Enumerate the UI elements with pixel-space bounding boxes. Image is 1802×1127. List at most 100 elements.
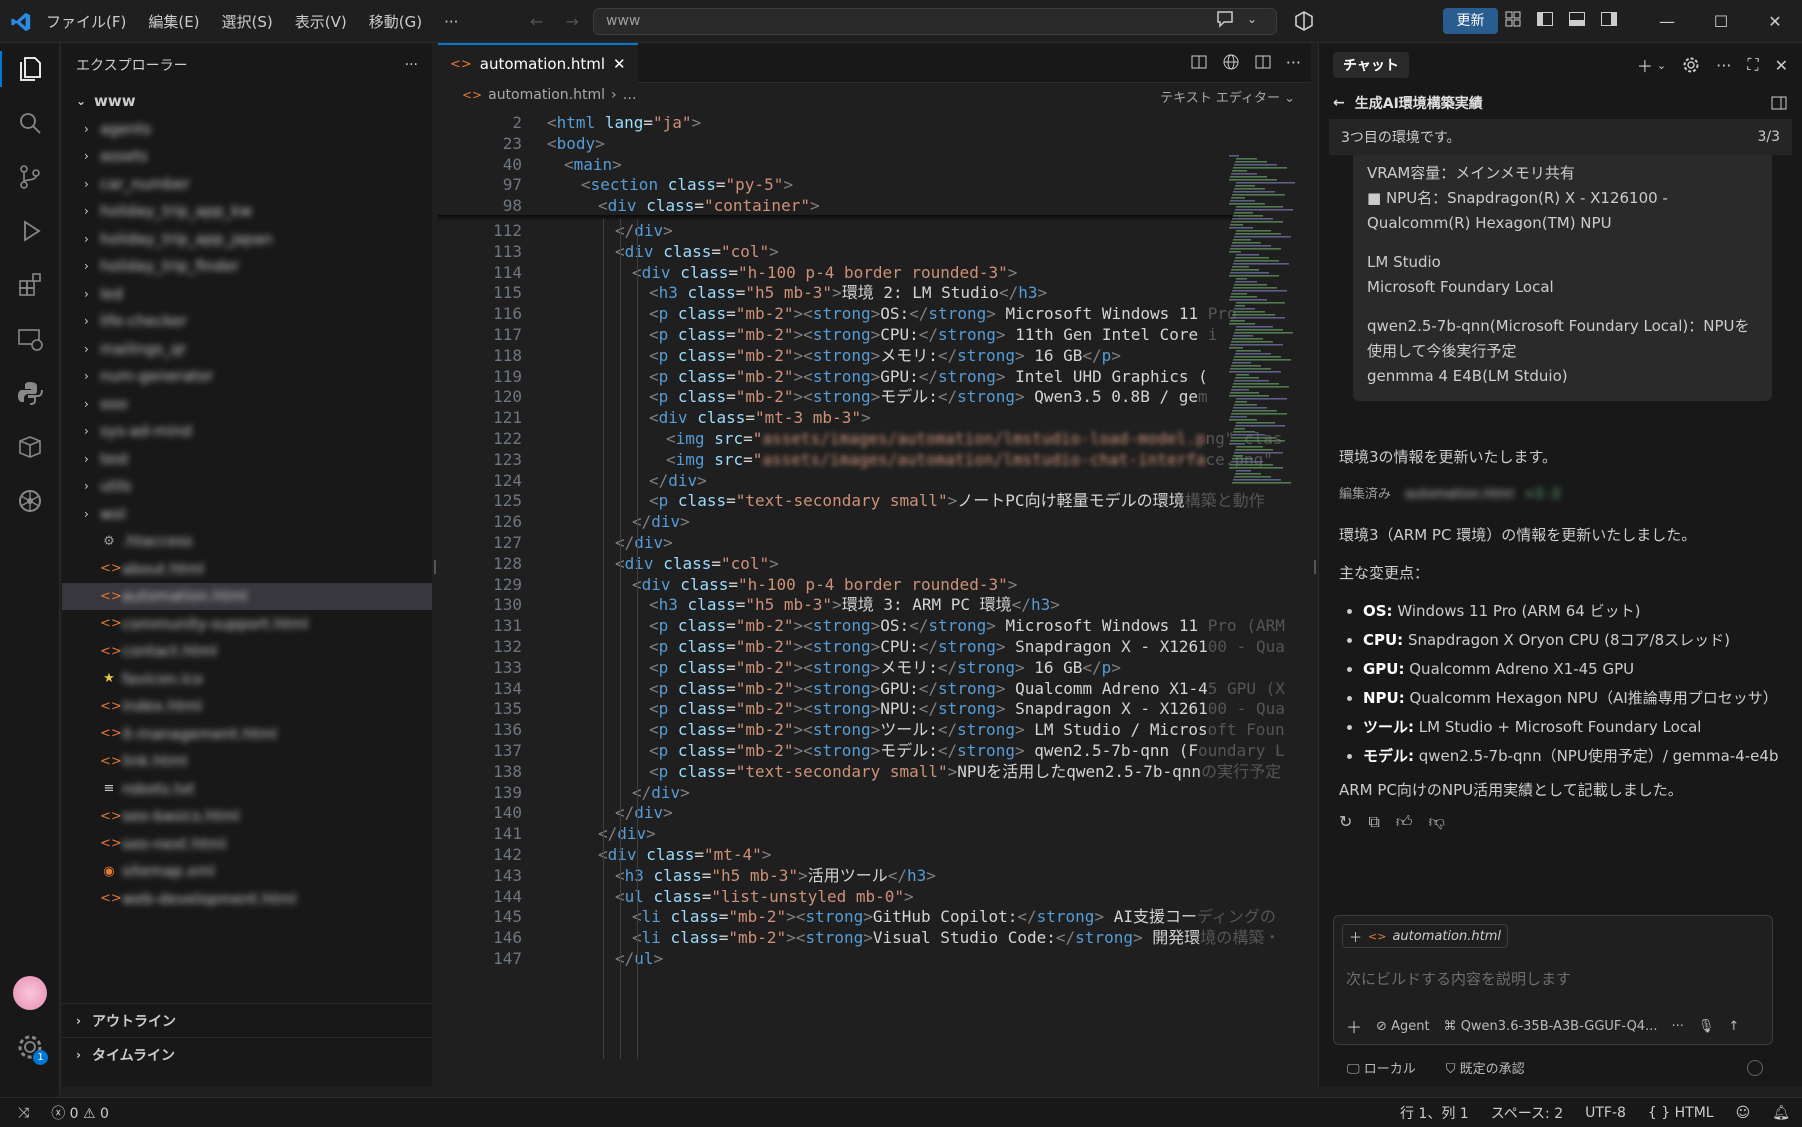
input-more-icon[interactable]: ··· (1671, 1019, 1683, 1034)
folder-item[interactable]: › life-checker (62, 308, 432, 336)
editor-sash[interactable] (1314, 560, 1316, 574)
maximize-icon[interactable]: ☐ (1694, 0, 1748, 43)
menu-file[interactable]: ファイル(F) (46, 11, 126, 32)
close-panel-icon[interactable]: ✕ (1775, 56, 1788, 75)
folder-item[interactable]: › agents (62, 115, 432, 143)
open-changes-icon[interactable] (1190, 53, 1208, 71)
sidebar-sash[interactable] (434, 560, 436, 574)
retry-icon[interactable]: ↻ (1339, 810, 1352, 834)
chevron-down-icon[interactable]: ⌄ (1657, 59, 1666, 72)
copilot-status-icon[interactable]: ☺ (1736, 1105, 1751, 1121)
back-arrow-icon[interactable]: ← (1333, 95, 1345, 111)
file-item[interactable]: ≡ robots.txt (62, 775, 432, 803)
text-editor-label[interactable]: テキスト エディター ⌄ (1160, 87, 1295, 106)
menu-view[interactable]: 表示(V) (295, 11, 347, 32)
editor-more-icon[interactable]: ··· (1286, 53, 1301, 72)
file-item[interactable]: <> community-support.html (62, 610, 432, 638)
nav-forward-icon[interactable]: → (565, 12, 578, 31)
encoding[interactable]: UTF-8 (1585, 1105, 1626, 1121)
menu-more[interactable]: ··· (444, 13, 458, 31)
file-item[interactable]: <> contact.html (62, 638, 432, 666)
context-usage-icon[interactable] (1747, 1060, 1763, 1076)
copilot-chat-icon[interactable] (1215, 9, 1237, 29)
outline-section[interactable]: › アウトライン (62, 1003, 432, 1037)
minimap[interactable] (1227, 155, 1297, 485)
vscode-logo-icon[interactable] (10, 11, 32, 33)
nav-back-icon[interactable]: ← (530, 12, 543, 31)
folder-item[interactable]: › test (62, 445, 432, 473)
toggle-panel-icon[interactable] (1568, 10, 1586, 28)
maximize-panel-icon[interactable]: ⛶ (1747, 55, 1758, 75)
folder-item[interactable]: › utils (62, 473, 432, 501)
file-item[interactable]: <> seo-next.html (62, 830, 432, 858)
attach-plus-icon[interactable]: ＋ (1346, 1014, 1362, 1038)
container-icon[interactable] (12, 429, 48, 465)
folder-item[interactable]: › assets (62, 143, 432, 171)
folder-item[interactable]: › holiday_trip_app_japan (62, 225, 432, 253)
approval-setting[interactable]: ⛉ 既定の承認 (1446, 1058, 1525, 1077)
thumbs-down-icon[interactable]: 👎︎ (1429, 810, 1445, 834)
file-item[interactable]: <> it-management.html (62, 720, 432, 748)
chat-input[interactable]: 次にビルドする内容を説明します (1346, 968, 1571, 989)
new-chat-icon[interactable]: ＋ (1637, 53, 1653, 77)
model-picker[interactable]: ⌘ Qwen3.6-35B-A3B-GGUF-Q4... (1444, 1019, 1658, 1034)
notifications-bell-icon[interactable]: 🔔︎ (1772, 1105, 1790, 1121)
explorer-icon[interactable] (0, 51, 48, 87)
folder-item[interactable]: › num-generator (62, 363, 432, 391)
remote-explorer-icon[interactable] (12, 321, 48, 357)
close-window-icon[interactable]: ✕ (1748, 0, 1802, 43)
toggle-sessions-icon[interactable] (1770, 94, 1788, 112)
file-item[interactable]: <> seo-basics.html (62, 803, 432, 831)
extensions-icon[interactable] (12, 267, 48, 303)
menu-go[interactable]: 移動(G) (369, 11, 422, 32)
timeline-section[interactable]: › タイムライン (62, 1037, 432, 1071)
folder-item[interactable]: › wol (62, 500, 432, 528)
copy-icon[interactable]: ⧉ (1368, 810, 1379, 834)
command-center-search[interactable]: www (593, 8, 1277, 35)
send-icon[interactable]: ↑ (1728, 1019, 1739, 1034)
search-icon[interactable] (12, 105, 48, 141)
session-target-local[interactable]: 🖵 ローカル (1347, 1058, 1416, 1077)
todo-progress[interactable]: 3つ目の環境です。 3/3 (1329, 119, 1792, 155)
file-item[interactable]: <> link.html (62, 748, 432, 776)
toggle-primary-sidebar-icon[interactable] (1536, 10, 1554, 28)
customize-layout-icon[interactable] (1504, 10, 1522, 28)
context-chip[interactable]: ＋ <> automation.html (1342, 924, 1508, 948)
file-item[interactable]: <> automation.html (62, 582, 432, 610)
editor-tab[interactable]: <> automation.html ✕ (438, 43, 638, 83)
microphone-icon[interactable]: 🎙︎ (1698, 1019, 1715, 1034)
explorer-more-icon[interactable]: ··· (405, 57, 418, 73)
folder-item[interactable]: › sys-ad-mind (62, 418, 432, 446)
settings-gear-icon[interactable] (1682, 56, 1700, 74)
kubernetes-icon[interactable] (12, 483, 48, 519)
file-item[interactable]: ◉ sitemap.xml (62, 858, 432, 886)
folder-item[interactable]: › holiday_trip_app_kw (62, 198, 432, 226)
chat-more-icon[interactable]: ··· (1716, 56, 1731, 75)
indentation[interactable]: スペース: 2 (1491, 1103, 1563, 1123)
code-line[interactable]: 147 </ul> (438, 947, 1238, 971)
folder-item[interactable]: › ooo (62, 390, 432, 418)
file-item[interactable]: ★ favicon.ico (62, 665, 432, 693)
menu-selection[interactable]: 選択(S) (222, 11, 273, 32)
split-editor-icon[interactable] (1254, 53, 1272, 71)
remote-indicator-icon[interactable]: ⤨ (18, 1105, 29, 1121)
code-area[interactable]: 2 <html lang="ja"> 23 <body> 40 <main> 97 <sect… (438, 111, 1311, 1087)
close-tab-icon[interactable]: ✕ (613, 55, 626, 73)
file-item[interactable]: <> web-development.html (62, 885, 432, 913)
edited-file-row[interactable]: 編集済み automation.html +3 -3 (1339, 483, 1782, 507)
file-item[interactable]: <> about.html (62, 555, 432, 583)
breadcrumb-rest[interactable]: … (623, 87, 637, 103)
file-item[interactable]: ⚙ .htaccess (62, 528, 432, 556)
language-mode[interactable]: { } HTML (1648, 1105, 1714, 1121)
breadcrumb-file[interactable]: automation.html (488, 87, 605, 103)
python-icon[interactable] (12, 375, 48, 411)
folder-item[interactable]: › led (62, 280, 432, 308)
menu-edit[interactable]: 編集(E) (148, 11, 199, 32)
thumbs-up-icon[interactable]: 👍︎ (1396, 810, 1413, 834)
preview-globe-icon[interactable] (1222, 53, 1240, 71)
account-avatar-icon[interactable] (12, 975, 48, 1011)
cursor-position[interactable]: 行 1、列 1 (1400, 1103, 1469, 1123)
minimize-icon[interactable]: — (1640, 0, 1694, 43)
chat-input-box[interactable]: ＋ <> automation.html 次にビルドする内容を説明します ＋ ⊘ A… (1333, 915, 1773, 1045)
file-item[interactable]: <> index.html (62, 693, 432, 721)
